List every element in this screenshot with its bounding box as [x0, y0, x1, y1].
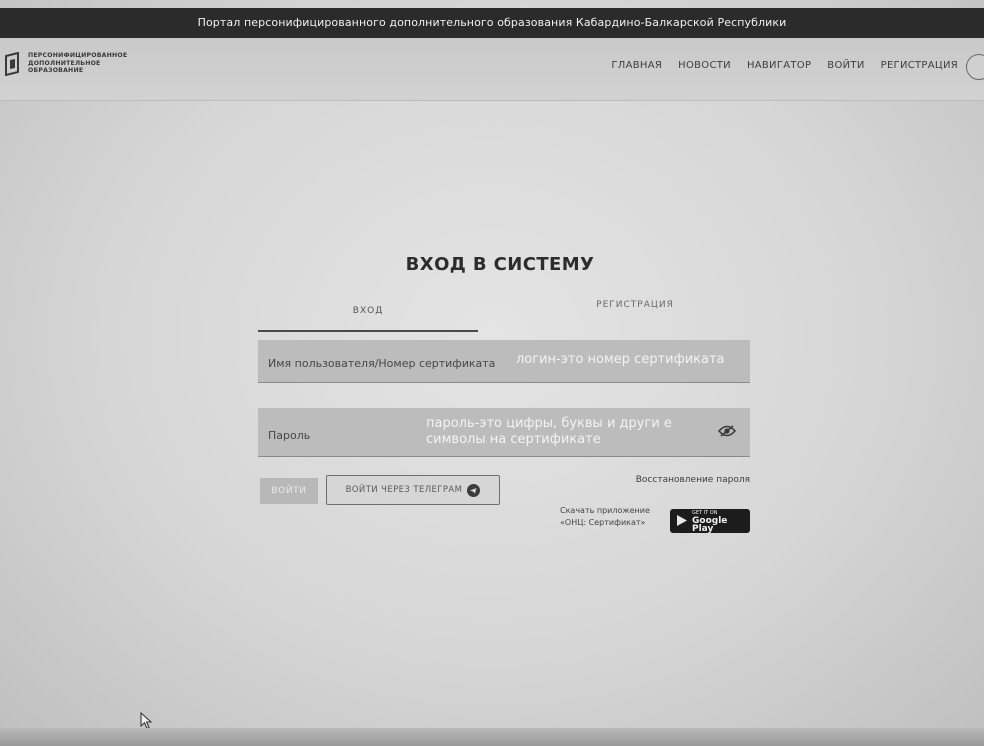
username-label: Имя пользователя/Номер сертификата: [268, 357, 496, 370]
password-hint: пароль-это цифры, буквы и други е символ…: [426, 416, 672, 447]
logo[interactable]: ПЕРСОНИФИЦИРОВАННОЕ ДОПОЛНИТЕЛЬНОЕ ОБРАЗ…: [4, 52, 127, 76]
logo-line-2: ДОПОЛНИТЕЛЬНОЕ: [28, 59, 101, 67]
telegram-icon: [467, 483, 481, 497]
nav-item-news[interactable]: НОВОСТИ: [678, 60, 731, 71]
eye-icon[interactable]: [717, 423, 737, 437]
logo-line-1: ПЕРСОНИФИЦИРОВАННОЕ: [28, 52, 128, 59]
logo-text: ПЕРСОНИФИЦИРОВАННОЕ ДОПОЛНИТЕЛЬНОЕ ОБРАЗ…: [28, 52, 127, 75]
logo-line-3: ОБРАЗОВАНИЕ: [28, 67, 84, 74]
telegram-button-label: ВОЙТИ ЧЕРЕЗ ТЕЛЕГРАМ: [345, 485, 463, 495]
nav-item-navigator[interactable]: НАВИГАТОР: [747, 60, 811, 71]
download-line-1: Скачать приложение: [560, 506, 650, 515]
nav-item-login[interactable]: ВОЙТИ: [827, 60, 864, 71]
download-app-text: Скачать приложение «ОНЦ: Сертификат»: [560, 505, 650, 529]
recover-password-link[interactable]: Восстановление пароля: [636, 475, 750, 485]
google-play-badge[interactable]: GET IT ON Google Play: [670, 509, 750, 534]
tab-register[interactable]: РЕГИСТРАЦИЯ: [520, 294, 750, 324]
logo-mark-icon: [4, 52, 22, 76]
auth-tabs: ВХОД РЕГИСТРАЦИЯ: [258, 300, 750, 332]
username-field[interactable]: Имя пользователя/Номер сертификата логин…: [258, 340, 750, 383]
password-label: Пароль: [268, 429, 311, 442]
page-title: ВХОД В СИСТЕМУ: [405, 254, 595, 275]
nav-item-home[interactable]: ГЛАВНАЯ: [611, 60, 662, 71]
tab-login[interactable]: ВХОД: [258, 300, 478, 332]
nav-item-register[interactable]: РЕГИСТРАЦИЯ: [881, 60, 958, 71]
banner-text: Портал персонифицированного дополнительн…: [197, 16, 787, 29]
top-banner: Портал персонифицированного дополнительн…: [0, 8, 984, 38]
password-field[interactable]: Пароль пароль-это цифры, буквы и други е…: [258, 408, 750, 457]
download-line-2: «ОНЦ: Сертификат»: [560, 518, 646, 527]
header: ПЕРСОНИФИЦИРОВАННОЕ ДОПОЛНИТЕЛЬНОЕ ОБРАЗ…: [0, 38, 984, 101]
google-play-text: GET IT ON Google Play: [692, 509, 750, 534]
header-circle-button[interactable]: [966, 54, 984, 80]
main-nav: ГЛАВНАЯ НОВОСТИ НАВИГАТОР ВОЙТИ РЕГИСТРА…: [611, 60, 958, 71]
telegram-login-button[interactable]: ВОЙТИ ЧЕРЕЗ ТЕЛЕГРАМ: [326, 475, 500, 505]
bottom-shade: [0, 728, 984, 746]
google-play-big: Google Play: [692, 516, 728, 534]
login-button[interactable]: ВОЙТИ: [260, 478, 318, 504]
username-hint: логин-это номер сертификата: [516, 352, 725, 367]
google-play-icon: [676, 512, 688, 531]
form-actions: ВОЙТИ ВОЙТИ ЧЕРЕЗ ТЕЛЕГРАМ Восстановлени…: [258, 475, 750, 545]
